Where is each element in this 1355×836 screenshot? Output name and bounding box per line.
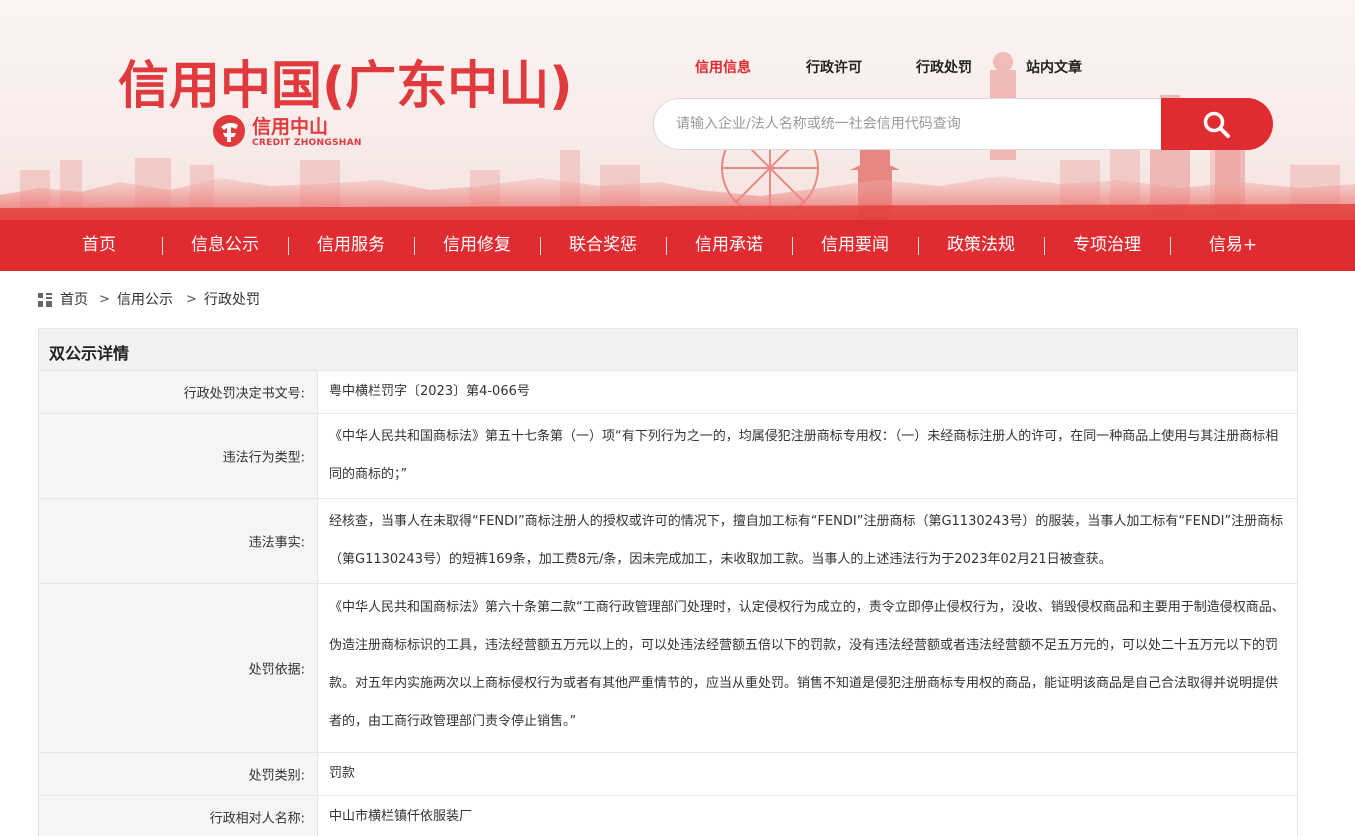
main-nav-policy[interactable]: 政策法规 xyxy=(940,220,1022,271)
nav-divider xyxy=(918,237,919,255)
breadcrumb-credit-disclosure[interactable]: 信用公示 xyxy=(117,290,173,310)
row-label: 处罚类别: xyxy=(248,768,305,784)
detail-panel: 双公示详情 行政处罚决定书文号: 粤中横栏罚字〔2023〕第4-066号 违法行… xyxy=(38,328,1298,836)
top-nav-site-articles[interactable]: 站内文章 xyxy=(1026,57,1082,77)
main-nav-joint-rewards[interactable]: 联合奖惩 xyxy=(562,220,644,271)
nav-divider xyxy=(792,237,793,255)
top-nav-admin-license[interactable]: 行政许可 xyxy=(806,57,862,77)
row-value: 《中华人民共和国商标法》第五十七条第（一）项“有下列行为之一的，均属侵犯注册商标… xyxy=(329,429,1279,482)
row-value: 《中华人民共和国商标法》第六十条第二款“工商行政管理部门处理时，认定侵权行为成立… xyxy=(329,600,1285,729)
nav-divider xyxy=(414,237,415,255)
nav-divider xyxy=(1170,237,1171,255)
row-label: 处罚依据: xyxy=(248,662,305,678)
site-title: 信用中国(广东中山) xyxy=(118,57,573,116)
main-nav-info-disclosure[interactable]: 信息公示 xyxy=(184,220,266,271)
detail-row-party-name: 行政相对人名称: 中山市横栏镇仟依服装厂 xyxy=(39,796,1297,836)
main-nav-credit-service[interactable]: 信用服务 xyxy=(310,220,392,271)
detail-panel-header: 双公示详情 xyxy=(39,329,1297,371)
search-button[interactable] xyxy=(1161,98,1273,150)
main-nav-home[interactable]: 首页 xyxy=(62,220,136,271)
credit-zhongshan-logo[interactable]: 信用中山 CREDIT ZHONGSHAN xyxy=(212,112,372,152)
breadcrumb-home[interactable]: 首页 xyxy=(60,290,88,310)
breadcrumb-separator: > xyxy=(99,292,110,307)
search-bar xyxy=(653,98,1273,150)
nav-divider xyxy=(540,237,541,255)
detail-row-violation-facts: 违法事实: 经核查，当事人在未取得“FENDI”商标注册人的授权或许可的情况下，… xyxy=(39,499,1297,584)
top-nav-admin-penalty[interactable]: 行政处罚 xyxy=(916,57,972,77)
logo-text-cn: 信用中山 xyxy=(252,116,329,138)
logo-text-en: CREDIT ZHONGSHAN xyxy=(252,138,362,148)
main-nav: 首页 信息公示 信用服务 信用修复 联合奖惩 信用承诺 信用要闻 政策法规 专项… xyxy=(0,220,1355,271)
detail-panel-title: 双公示详情 xyxy=(49,344,130,363)
grid-icon xyxy=(38,293,52,307)
row-value: 中山市横栏镇仟依服装厂 xyxy=(329,809,473,824)
row-value: 经核查，当事人在未取得“FENDI”商标注册人的授权或许可的情况下，擅自加工标有… xyxy=(329,514,1284,567)
nav-divider xyxy=(1044,237,1045,255)
search-icon xyxy=(1203,111,1230,138)
main-nav-credit-repair[interactable]: 信用修复 xyxy=(436,220,518,271)
top-nav-credit-info[interactable]: 信用信息 xyxy=(695,57,751,77)
detail-row-decision-number: 行政处罚决定书文号: 粤中横栏罚字〔2023〕第4-066号 xyxy=(39,371,1297,414)
nav-divider xyxy=(288,237,289,255)
breadcrumb-separator: > xyxy=(186,292,197,307)
main-nav-special-governance[interactable]: 专项治理 xyxy=(1066,220,1148,271)
site-header: 信用中国(广东中山) 信用中山 CREDIT ZHONGSHAN 信用信息 行政… xyxy=(0,0,1355,220)
nav-divider xyxy=(162,237,163,255)
row-label: 行政处罚决定书文号: xyxy=(183,386,305,402)
main-nav-credit-commitment[interactable]: 信用承诺 xyxy=(688,220,770,271)
main-nav-xinyi-plus[interactable]: 信易+ xyxy=(1192,220,1274,271)
search-input[interactable] xyxy=(653,98,1173,150)
main-nav-credit-news[interactable]: 信用要闻 xyxy=(814,220,896,271)
row-value: 粤中横栏罚字〔2023〕第4-066号 xyxy=(329,384,530,399)
row-label: 违法行为类型: xyxy=(222,450,305,466)
row-label: 违法事实: xyxy=(248,535,305,551)
breadcrumb-admin-penalty[interactable]: 行政处罚 xyxy=(204,290,260,310)
credit-logo-icon xyxy=(213,115,245,147)
row-label: 行政相对人名称: xyxy=(209,811,305,827)
detail-row-penalty-category: 处罚类别: 罚款 xyxy=(39,753,1297,796)
nav-divider xyxy=(666,237,667,255)
row-value: 罚款 xyxy=(329,766,356,781)
detail-row-violation-type: 违法行为类型: 《中华人民共和国商标法》第五十七条第（一）项“有下列行为之一的，… xyxy=(39,414,1297,499)
detail-row-penalty-basis: 处罚依据: 《中华人民共和国商标法》第六十条第二款“工商行政管理部门处理时，认定… xyxy=(39,584,1297,753)
